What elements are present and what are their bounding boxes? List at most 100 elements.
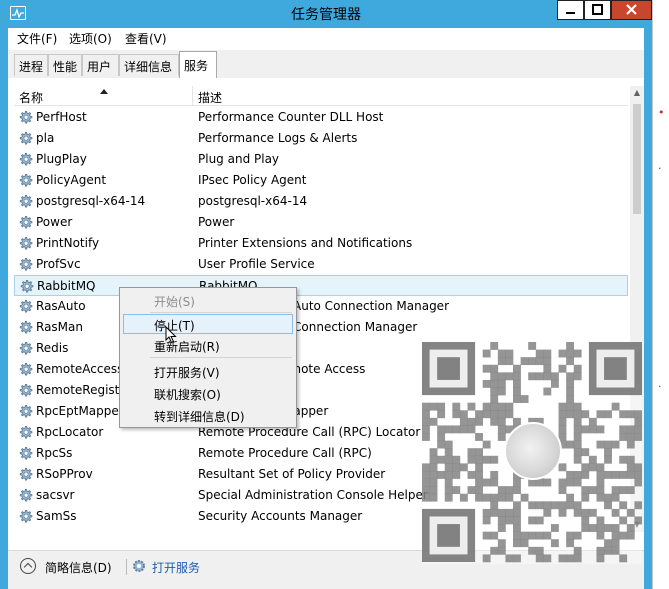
- qr-module: [505, 402, 514, 411]
- less-details-button[interactable]: 简略信息(D): [45, 559, 112, 576]
- qr-module: [482, 508, 491, 517]
- qr-module: [604, 546, 612, 555]
- tab-details[interactable]: 详细信息: [119, 54, 179, 76]
- qr-module: [475, 486, 483, 495]
- column-header-name[interactable]: 名称: [19, 89, 43, 106]
- tab-users[interactable]: 用户: [82, 54, 119, 76]
- context-menu-start[interactable]: 开始(S): [123, 290, 293, 310]
- table-row[interactable]: postgresql-x64-14 postgresql-x64-14: [14, 191, 628, 212]
- qr-module: [452, 410, 461, 419]
- qr-module: [513, 524, 521, 532]
- gear-icon: [18, 131, 33, 146]
- menu-file[interactable]: 文件(F): [17, 30, 57, 47]
- qr-module: [535, 357, 544, 366]
- qr-module: [543, 372, 552, 381]
- window-title: 任务管理器: [291, 7, 361, 23]
- qr-module: [573, 425, 582, 434]
- context-menu-go-to-details[interactable]: 转到详细信息(D): [123, 405, 293, 425]
- qr-module: [482, 379, 491, 388]
- qr-module: [513, 395, 521, 403]
- service-name: sacsvr: [36, 488, 75, 502]
- table-row-selected[interactable]: RabbitMQ RabbitMQ: [14, 275, 628, 296]
- service-name: Power: [36, 215, 73, 229]
- title-bar[interactable]: 任务管理器: [0, 0, 652, 28]
- context-menu-separator: [150, 357, 292, 358]
- service-description: User Profile Service: [198, 257, 315, 271]
- menu-view[interactable]: 查看(V): [125, 30, 167, 47]
- qr-module: [513, 372, 521, 381]
- qr-module: [444, 455, 453, 464]
- scroll-up-arrow-icon[interactable]: ▲: [632, 88, 642, 98]
- qr-module: [505, 493, 514, 502]
- qr-module: [634, 463, 643, 472]
- table-row[interactable]: RasMan Remote Access Connection Manager: [14, 317, 628, 338]
- qr-module: [513, 501, 521, 510]
- qr-module: [573, 470, 582, 479]
- qr-module: [422, 486, 430, 495]
- qr-module: [596, 524, 605, 532]
- qr-module: [490, 417, 499, 426]
- gear-icon: [18, 488, 33, 503]
- gear-icon: [18, 110, 33, 125]
- qr-module: [626, 440, 635, 449]
- service-name: SamSs: [36, 509, 77, 523]
- qr-module: [482, 410, 491, 419]
- gear-icon: [18, 425, 33, 440]
- tab-processes[interactable]: 进程: [14, 54, 48, 76]
- column-header-description[interactable]: 描述: [198, 89, 222, 106]
- qr-module: [513, 516, 521, 525]
- qr-module: [596, 440, 605, 449]
- column-separator[interactable]: [192, 86, 193, 106]
- qr-module: [528, 372, 537, 381]
- close-button[interactable]: [611, 0, 652, 20]
- table-row[interactable]: PerfHost Performance Counter DLL Host: [14, 107, 628, 128]
- menu-options[interactable]: 选项(O): [69, 30, 112, 47]
- qr-module: [619, 516, 628, 525]
- minimize-button[interactable]: [557, 0, 584, 20]
- vertical-scroll-thumb[interactable]: [633, 104, 641, 214]
- qr-module: [566, 357, 575, 366]
- tab-services[interactable]: 服务: [179, 51, 217, 78]
- qr-module: [573, 372, 582, 381]
- service-name: RpcLocator: [36, 425, 104, 439]
- qr-module: [596, 554, 605, 563]
- context-menu-open-services[interactable]: 打开服务(V): [123, 361, 293, 381]
- chevron-up-circle-icon[interactable]: [20, 558, 36, 574]
- qr-module: [558, 508, 567, 517]
- qr-module: [573, 508, 582, 517]
- qr-module: [611, 531, 620, 540]
- qr-module: [581, 463, 590, 472]
- qr-module: [604, 410, 612, 419]
- maximize-button[interactable]: [584, 0, 611, 20]
- qr-module: [467, 425, 476, 434]
- list-header: 名称 描述: [14, 86, 628, 106]
- qr-module: [573, 455, 582, 464]
- table-row[interactable]: ProfSvc User Profile Service: [14, 254, 628, 275]
- qr-module: [482, 364, 491, 373]
- qr-module: [626, 508, 635, 517]
- table-row[interactable]: RasAuto Remote Access Auto Connection Man…: [14, 296, 628, 317]
- table-row[interactable]: pla Performance Logs & Alerts: [14, 128, 628, 149]
- qr-module: [566, 501, 575, 510]
- context-menu-search-online[interactable]: 联机搜索(O): [123, 383, 293, 403]
- gear-icon: [18, 299, 33, 314]
- table-row[interactable]: PolicyAgent IPsec Policy Agent: [14, 170, 628, 191]
- qr-module: [429, 417, 438, 426]
- qr-module: [422, 433, 430, 441]
- table-row[interactable]: PrintNotify Printer Extensions and Notifi…: [14, 233, 628, 254]
- qr-module: [634, 516, 643, 525]
- qr-module: [566, 470, 575, 479]
- table-row[interactable]: Power Power: [14, 212, 628, 233]
- context-menu-restart[interactable]: 重新启动(R): [123, 335, 293, 355]
- context-menu-stop[interactable]: 停止(T): [123, 314, 293, 334]
- tab-performance[interactable]: 性能: [48, 54, 82, 76]
- qr-module: [497, 425, 506, 434]
- open-services-link[interactable]: 打开服务: [152, 559, 200, 576]
- qr-module: [619, 554, 628, 563]
- qr-module: [535, 349, 544, 358]
- qr-module: [505, 486, 514, 495]
- table-row[interactable]: PlugPlay Plug and Play: [14, 149, 628, 170]
- qr-module: [558, 463, 567, 472]
- gear-icon: [18, 257, 33, 272]
- service-description: Security Accounts Manager: [198, 509, 363, 523]
